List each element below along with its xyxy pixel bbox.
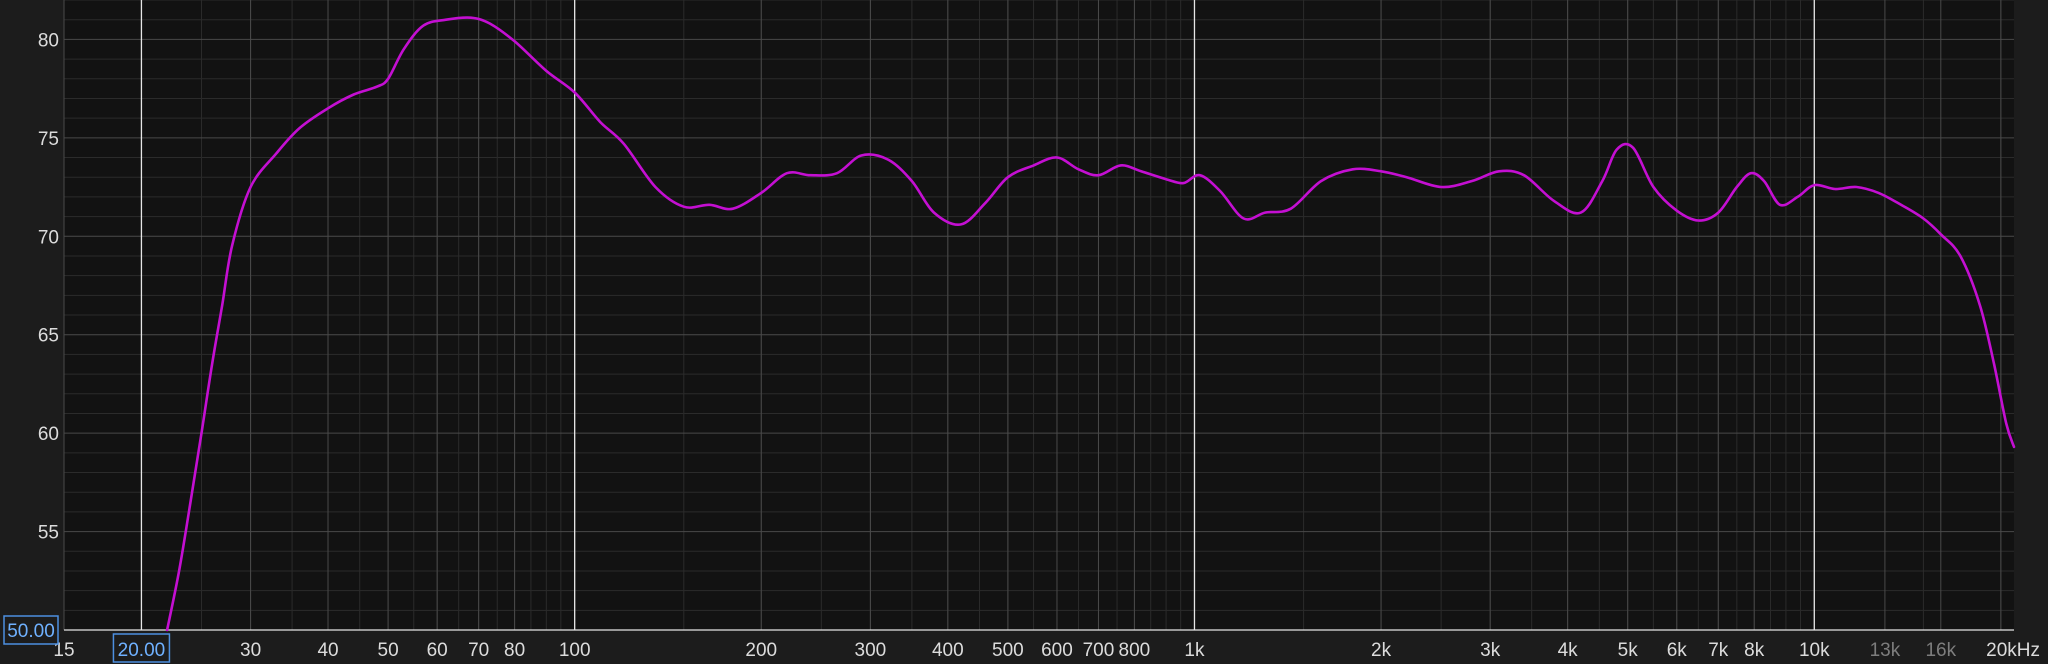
x-tick-label: 80 — [504, 640, 525, 661]
y-tick-label: 55 — [38, 523, 59, 544]
y-tick-label: 80 — [38, 30, 59, 51]
y-tick-label: 70 — [38, 227, 59, 248]
x-tick-label: 100 — [559, 640, 591, 661]
x-tick-label: 70 — [468, 640, 489, 661]
x-tick-label: 8k — [1744, 640, 1765, 661]
x-tick-label: 4k — [1558, 640, 1579, 661]
x-tick-label: 16k — [1925, 640, 1956, 661]
y-range-min-value[interactable]: 50.00 — [7, 621, 55, 642]
y-tick-label: 60 — [38, 424, 59, 445]
y-tick-label: 75 — [38, 129, 59, 150]
x-tick-label: 6k — [1667, 640, 1688, 661]
x-tick-label: 400 — [932, 640, 964, 661]
frequency-response-chart: 55 60 65 70 75 80 15 30 40 50 60 70 80 100 200 300 400 5… — [0, 0, 2048, 664]
x-tick-label: 20kHz — [1986, 640, 2040, 661]
x-tick-label: 2k — [1371, 640, 1392, 661]
x-tick-label: 1k — [1184, 640, 1205, 661]
x-range-min-value[interactable]: 20.00 — [118, 640, 166, 661]
x-tick-label: 13k — [1870, 640, 1901, 661]
chart-canvas: 55 60 65 70 75 80 15 30 40 50 60 70 80 100 200 300 400 5… — [0, 0, 2048, 664]
x-tick-label: 200 — [745, 640, 777, 661]
x-tick-label: 10k — [1799, 640, 1830, 661]
x-tick-label: 300 — [855, 640, 887, 661]
x-tick-label: 7k — [1708, 640, 1729, 661]
x-tick-label: 700 — [1083, 640, 1115, 661]
x-tick-label: 800 — [1119, 640, 1151, 661]
y-tick-label: 65 — [38, 326, 59, 347]
x-tick-label: 30 — [240, 640, 261, 661]
x-tick-label: 5k — [1618, 640, 1639, 661]
x-tick-label: 3k — [1480, 640, 1501, 661]
x-tick-label: 50 — [378, 640, 399, 661]
y-range-field[interactable]: 50.00 — [3, 615, 59, 645]
x-tick-label: 600 — [1041, 640, 1073, 661]
x-tick-label: 60 — [427, 640, 448, 661]
x-tick-label: 40 — [317, 640, 338, 661]
x-tick-label: 15 — [53, 640, 74, 661]
x-tick-label: 500 — [992, 640, 1024, 661]
